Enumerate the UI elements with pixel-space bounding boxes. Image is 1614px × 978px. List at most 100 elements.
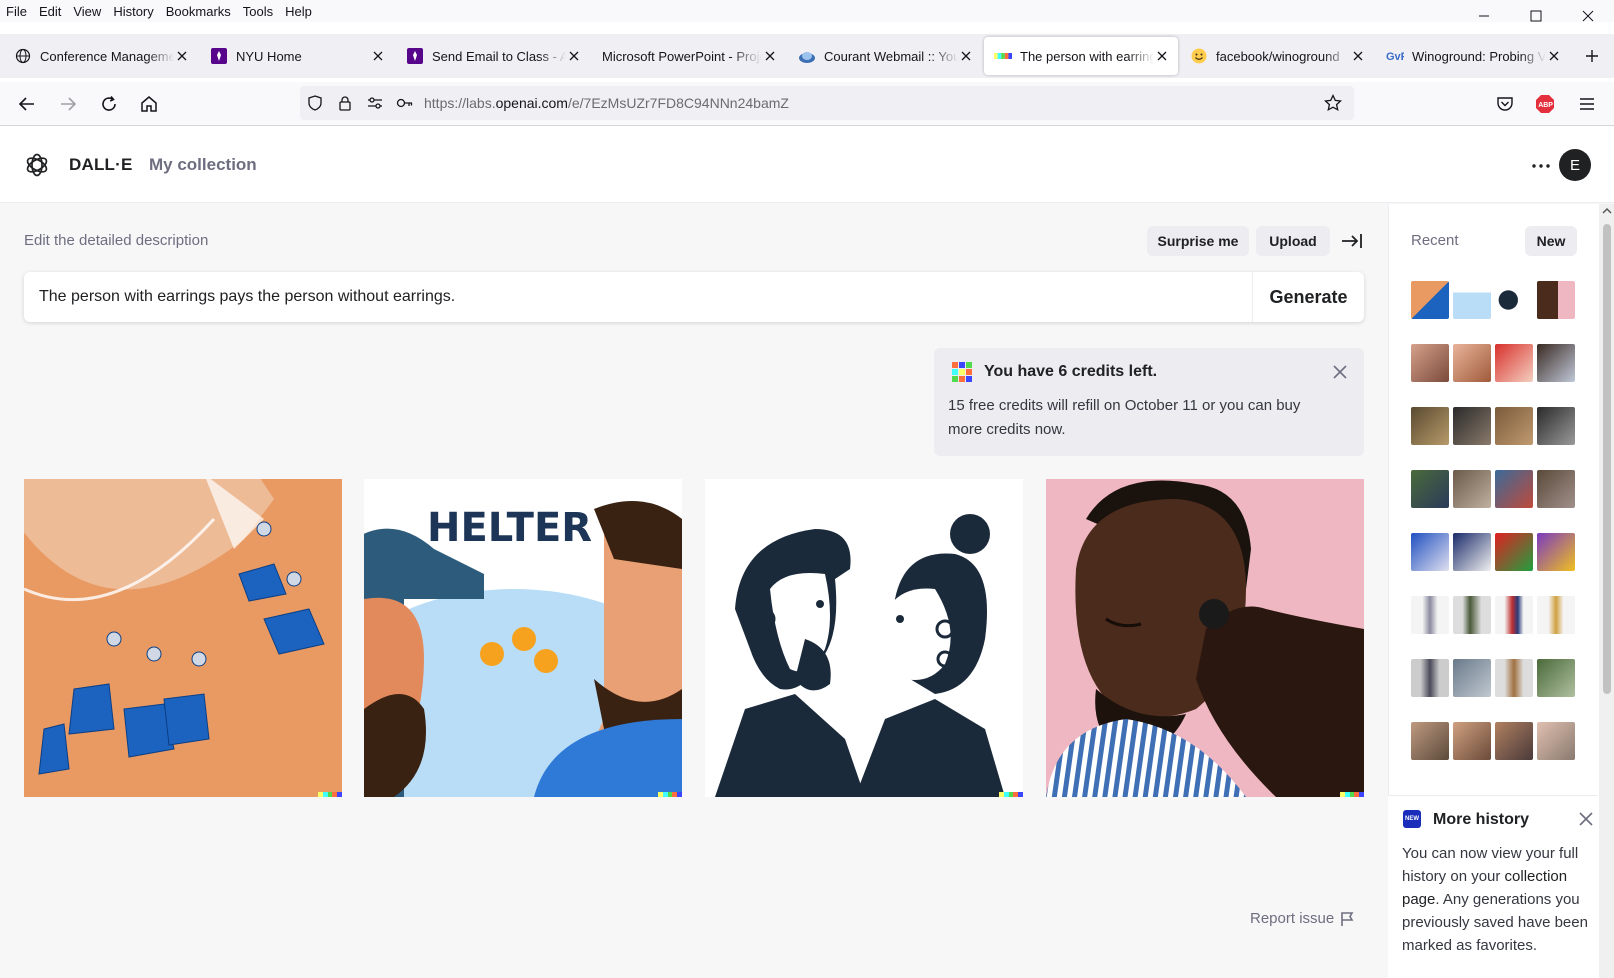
scrollbar-thumb[interactable] [1603,224,1611,694]
tab-powerpoint[interactable]: Microsoft PowerPoint - Project [592,37,786,75]
tab-close-icon[interactable] [958,48,974,64]
close-window-button[interactable] [1562,0,1614,32]
new-tab-button[interactable] [1576,40,1608,72]
key-icon[interactable] [390,88,420,118]
more-history-close-button[interactable] [1575,808,1597,830]
recent-thumbnail[interactable] [1537,470,1575,508]
recent-thumbnail[interactable] [1453,659,1491,697]
recent-thumbnail[interactable] [1495,533,1533,571]
recent-thumbnail[interactable] [1411,407,1449,445]
collapse-sidebar-button[interactable] [1337,226,1367,256]
recent-thumbnail[interactable] [1495,596,1533,634]
generated-image-4[interactable] [1046,479,1364,797]
scroll-up-icon[interactable] [1602,206,1612,216]
recent-thumbnail[interactable] [1537,407,1575,445]
recent-thumbnail[interactable] [1495,659,1533,697]
pocket-button[interactable] [1490,89,1520,119]
recent-label: Recent [1411,232,1459,249]
generated-image-3[interactable] [705,479,1023,797]
credits-title: You have 6 credits left. [984,363,1158,380]
upload-button[interactable]: Upload [1256,226,1330,256]
menu-bookmarks[interactable]: Bookmarks [166,4,231,19]
dalle-brand[interactable]: DALL·E [69,155,133,175]
my-collection-link[interactable]: My collection [149,155,257,175]
tab-facebook-winoground[interactable]: facebook/winoground [1180,37,1374,75]
recent-thumbnail[interactable] [1537,596,1575,634]
tab-close-icon[interactable] [1546,48,1562,64]
tab-close-icon[interactable] [370,48,386,64]
adblock-button[interactable]: ABP [1530,89,1560,119]
blue-glass-earrings-image [24,479,342,797]
recent-thumbnail[interactable] [1411,722,1449,760]
tracking-shield-icon[interactable] [300,88,330,118]
menu-edit[interactable]: Edit [39,4,61,19]
tab-send-email[interactable]: Send Email to Class - Albert [396,37,590,75]
recent-thumbnail[interactable] [1453,470,1491,508]
tab-nyu-home[interactable]: NYU Home [200,37,394,75]
url-text[interactable]: https://labs.openai.com/e/7EzMsUZr7FD8C9… [424,95,1318,111]
back-button[interactable] [12,89,42,119]
recent-thumbnail[interactable] [1453,281,1491,319]
prompt-input[interactable] [24,272,1252,322]
user-avatar[interactable]: E [1559,149,1591,181]
tab-close-icon[interactable] [1154,48,1170,64]
recent-thumbnail[interactable] [1453,722,1491,760]
generated-image-2[interactable]: HELTER [364,479,682,797]
recent-thumbnail[interactable] [1537,722,1575,760]
tab-close-icon[interactable] [762,48,778,64]
sidebar-scrollbar[interactable] [1599,204,1614,978]
recent-thumbnail[interactable] [1411,344,1449,382]
generated-image-1[interactable] [24,479,342,797]
tab-winoground-paper[interactable]: GvF Winoground: Probing Vision [1376,37,1570,75]
tab-close-icon[interactable] [174,48,190,64]
recent-thumbnail[interactable] [1453,407,1491,445]
home-button[interactable] [134,89,164,119]
recent-thumbnail[interactable] [1495,407,1533,445]
forward-button[interactable] [53,89,83,119]
more-options-button[interactable] [1526,151,1556,181]
recent-thumbnail[interactable] [1495,281,1533,319]
menu-file[interactable]: File [6,4,27,19]
menu-tools[interactable]: Tools [243,4,273,19]
menu-help[interactable]: Help [285,4,312,19]
recent-thumbnail[interactable] [1411,533,1449,571]
recent-thumbnail[interactable] [1411,470,1449,508]
new-button[interactable]: New [1525,226,1577,256]
tab-close-icon[interactable] [1350,48,1366,64]
recent-thumbnail[interactable] [1537,659,1575,697]
recent-thumbnail[interactable] [1453,344,1491,382]
openai-logo-icon[interactable] [24,152,50,178]
recent-thumbnail[interactable] [1411,281,1449,319]
minimize-button[interactable] [1458,0,1510,32]
recent-thumbnail[interactable] [1537,533,1575,571]
bookmark-star-icon[interactable] [1318,88,1348,118]
address-bar[interactable]: https://labs.openai.com/e/7EzMsUZr7FD8C9… [300,86,1354,120]
report-issue-link[interactable]: Report issue [1250,910,1354,927]
recent-thumbnail[interactable] [1411,596,1449,634]
lock-icon[interactable] [330,88,360,118]
recent-thumbnail[interactable] [1411,659,1449,697]
man-earbud-photo-image [1046,479,1364,797]
credits-close-button[interactable] [1328,360,1352,384]
recent-thumbnail[interactable] [1453,596,1491,634]
recent-thumbnail[interactable] [1537,281,1575,319]
permissions-icon[interactable] [360,88,390,118]
recent-thumbnail[interactable] [1495,344,1533,382]
generate-button[interactable]: Generate [1252,272,1364,322]
tab-dalle-active[interactable]: The person with earrings [984,37,1178,75]
thumbnail-row [1411,659,1581,699]
surprise-me-button[interactable]: Surprise me [1147,226,1249,256]
recent-thumbnail[interactable] [1495,722,1533,760]
thumbnail-row [1411,722,1581,762]
recent-thumbnail[interactable] [1495,470,1533,508]
tab-courant-webmail[interactable]: Courant Webmail :: Your [788,37,982,75]
app-menu-button[interactable] [1572,89,1602,119]
maximize-button[interactable] [1510,0,1562,32]
recent-thumbnail[interactable] [1453,533,1491,571]
tab-close-icon[interactable] [566,48,582,64]
recent-thumbnail[interactable] [1537,344,1575,382]
menu-view[interactable]: View [73,4,101,19]
tab-conference-management[interactable]: Conference Management Toolkit [4,37,198,75]
reload-button[interactable] [94,89,124,119]
menu-history[interactable]: History [113,4,153,19]
